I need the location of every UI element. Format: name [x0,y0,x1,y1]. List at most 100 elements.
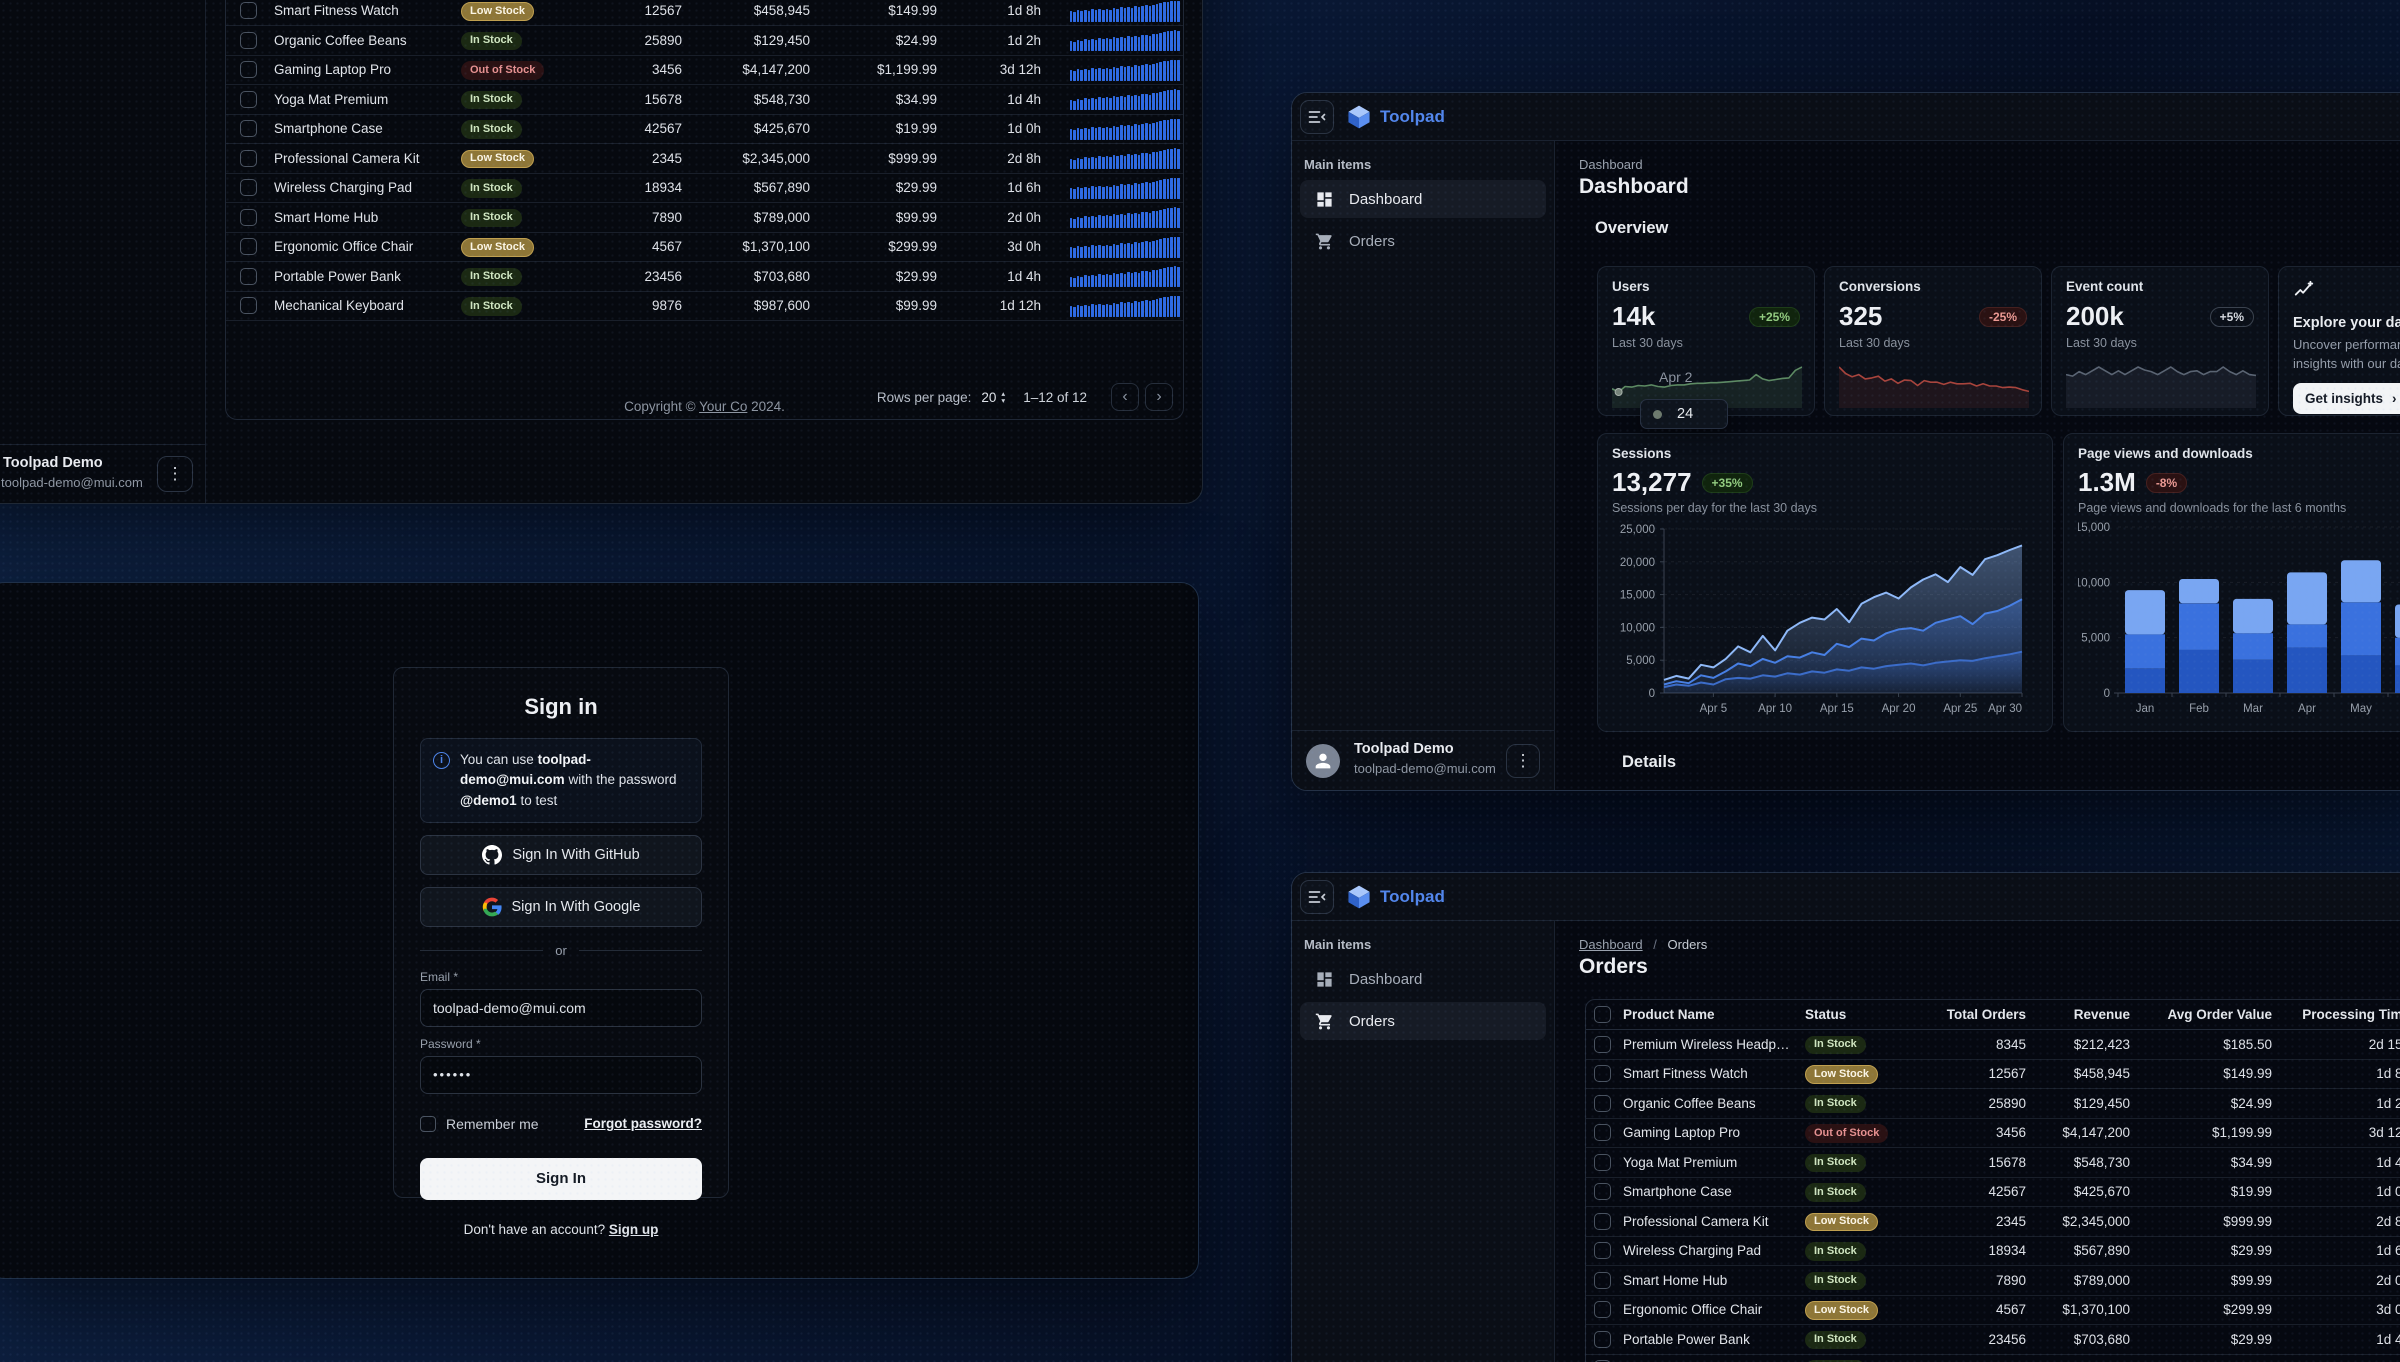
collapse-menu-button[interactable] [1300,880,1334,914]
trend-bar [1101,39,1105,52]
sales-trend-sparkline [1069,29,1180,52]
user-menu-button[interactable]: ⋮ [1506,744,1540,778]
row-checkbox[interactable] [239,90,257,108]
trend-bar [1130,96,1134,111]
row-checkbox[interactable] [239,238,257,256]
trend-bar [1073,12,1076,22]
sessions-card: Sessions 13,277 +35% Sessions per day for… [1597,433,2053,732]
row-checkbox[interactable] [1594,1301,1611,1319]
table-row: Ergonomic Office Chair Low Stock 4567 $1,37… [226,233,1183,262]
total-orders-cell: 2345 [651,150,682,166]
dashboard-icon [1317,191,1332,207]
trend-bar [1091,68,1094,81]
processing-time-cell: 1d 6h [1007,180,1041,196]
table-row: Mechanical KeyboardIn Stock9876$987,600$… [1586,1355,2400,1362]
row-checkbox[interactable] [1594,1183,1611,1201]
revenue-cell: $703,680 [753,268,810,284]
sidebar-item-orders[interactable]: Orders [1300,222,1546,260]
avg-order-value-cell: $99.99 [895,298,937,314]
get-insights-button[interactable]: Get insights › [2293,382,2400,414]
row-checkbox[interactable] [1594,1153,1611,1171]
sales-trend-cell [1041,236,1183,258]
copyright-company-link[interactable]: Your Co [699,399,747,414]
processing-time-cell: 2d 15h [2368,1036,2400,1052]
row-checkbox[interactable] [1594,1065,1611,1083]
sidebar-item-dashboard[interactable]: Dashboard [1300,960,1546,998]
row-checkbox[interactable] [239,2,257,20]
email-label: Email * [420,969,459,984]
email-field[interactable] [420,988,702,1027]
row-checkbox[interactable] [1594,1271,1611,1289]
row-checkbox[interactable] [1594,1330,1611,1348]
sidebar-item-dashboard[interactable]: Dashboard [1300,180,1546,218]
stat-card-users: Users 14k +25% Last 30 days [1597,266,1815,416]
trend-bar [1080,70,1083,81]
total-orders-cell: 42567 [644,121,682,137]
kebab-menu-icon: ⋮ [1514,751,1532,770]
trend-bar [1119,95,1123,111]
breadcrumb-dashboard-link[interactable]: Dashboard [1579,937,1643,952]
trend-bar [1148,65,1152,81]
signin-submit-button[interactable]: Sign In [420,1157,702,1200]
column-total-orders: Total Orders [1946,1007,2026,1022]
collapse-menu-button[interactable] [1300,100,1334,134]
sidebar-item-orders[interactable]: Orders [1300,1002,1546,1040]
table-row: Yoga Mat Premium In Stock 15678 $548,730 $34… [1586,1148,2400,1178]
trend-bar [1177,1,1180,22]
forgot-password-link[interactable]: Forgot password? [584,1116,702,1131]
row-checkbox[interactable] [1594,1094,1611,1112]
stat-badge: +25% [1748,306,1800,327]
row-checkbox[interactable] [239,208,257,226]
trend-bar [1094,216,1098,229]
google-signin-button[interactable]: Sign In With Google [420,886,702,927]
user-menu-button[interactable]: ⋮ [157,456,193,492]
trend-bar [1119,302,1123,317]
github-signin-button[interactable]: Sign In With GitHub [420,834,702,875]
trend-bar [1173,266,1177,288]
row-checkbox[interactable] [239,31,257,49]
trend-bar [1087,10,1091,22]
insights-icon [2294,280,2314,296]
trend-bar [1087,305,1091,317]
tooltip-series-dot [1653,409,1662,419]
trend-bar [1155,63,1159,81]
table-row: Premium Wireless Headphones In Stock 8345 $… [1586,1030,2400,1060]
signup-link[interactable]: Sign up [609,1222,659,1237]
row-checkbox[interactable] [239,149,257,167]
trend-bar [1105,67,1109,81]
trend-bar [1130,66,1134,81]
row-checkbox[interactable] [239,179,257,197]
select-all-checkbox[interactable] [1594,1006,1611,1023]
sales-trend-sparkline [1069,177,1180,199]
trend-bar [1083,9,1087,22]
remember-checkbox[interactable] [420,1115,436,1132]
breadcrumb: Dashboard / Orders [1579,937,1707,952]
trend-bar [1141,64,1145,81]
trend-bar [1087,187,1091,199]
stat-caption: Last 30 days [1612,336,1683,350]
row-checkbox[interactable] [1594,1242,1611,1260]
svg-text:25,000: 25,000 [1620,524,1655,536]
trend-bar [1098,215,1101,229]
trend-bar [1116,38,1119,52]
copyright: Copyright © Your Co 2024. [225,399,1184,414]
row-checkbox[interactable] [239,61,257,79]
row-checkbox[interactable] [1594,1212,1611,1230]
row-checkbox[interactable] [239,267,257,285]
status-cell: In Stock [1797,1329,1922,1350]
row-checkbox[interactable] [239,297,257,315]
password-field[interactable] [420,1055,702,1094]
checkbox-cell [1586,1124,1619,1142]
processing-time-cell: 2d 8h [2376,1213,2400,1229]
trend-bar [1083,39,1087,52]
app-sidebar: Main items Dashboard Orders Toolpad Demo… [1292,921,1555,1362]
trend-bar [1119,36,1123,52]
row-checkbox[interactable] [1594,1035,1611,1053]
row-checkbox[interactable] [1594,1124,1611,1142]
sales-trend-cell [1041,118,1183,140]
breadcrumb[interactable]: Dashboard [1579,157,1643,172]
row-checkbox[interactable] [239,120,257,138]
processing-time-cell: 1d 2h [1007,32,1041,48]
trend-bar [1166,296,1170,317]
status-cell: In Stock [1797,1093,1922,1114]
